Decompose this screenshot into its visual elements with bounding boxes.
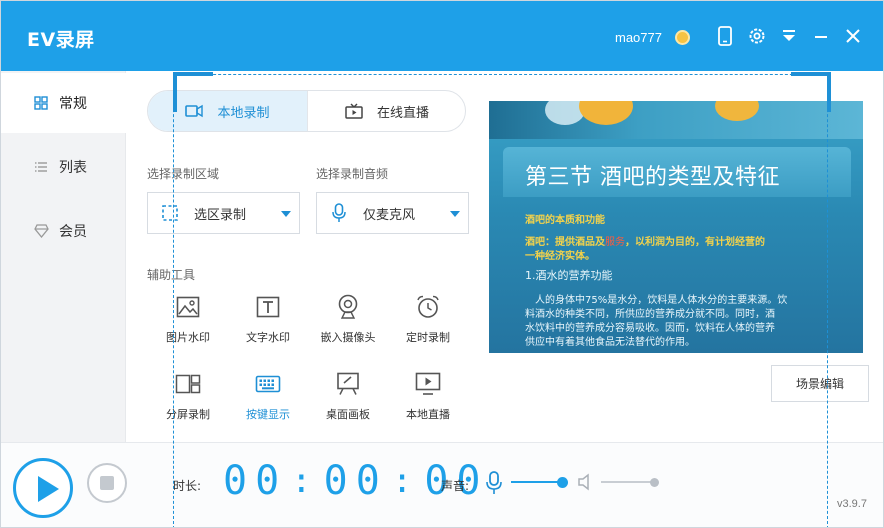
keyboard-icon	[254, 370, 282, 398]
close-icon[interactable]	[841, 24, 865, 48]
sidebar-item-list[interactable]: 列表	[1, 137, 126, 197]
sidebar-item-member[interactable]: 会员	[1, 201, 126, 261]
tools-section-label: 辅助工具	[147, 268, 196, 282]
tool-split-screen[interactable]: 分屏录制	[148, 370, 228, 434]
stop-record-button[interactable]	[87, 463, 127, 503]
title-bar: EV录屏 mao777	[1, 1, 883, 71]
area-section-label: 选择录制区域	[147, 167, 220, 181]
duration-label: 时长:	[173, 479, 202, 493]
speaker-icon[interactable]	[577, 473, 597, 493]
sidebar: 常规 列表 会员	[1, 71, 126, 443]
tab-local-record[interactable]: 本地录制	[148, 91, 307, 131]
preview-line: 酒吧：提供酒品及服务，以利润为目的，有计划经营的	[525, 237, 765, 248]
tool-embed-webcam[interactable]: 嵌入摄像头	[308, 293, 388, 357]
chevron-down-icon	[450, 211, 460, 217]
sound-label: 声音:	[441, 479, 470, 493]
preview-line: 供应中有着其他食品无法替代的作用。	[525, 337, 695, 348]
text-icon	[254, 293, 282, 321]
selection-icon	[160, 203, 180, 223]
alarm-clock-icon	[414, 293, 442, 321]
tab-label: 在线直播	[376, 105, 429, 121]
preview-line: 水饮料中的营养成分容易吸收。因而，饮料在人体的营养	[525, 323, 775, 334]
recording-preview: 第三节 酒吧的类型及特征 酒吧的本质和功能 酒吧：提供酒品及服务，以利润为目的，…	[489, 101, 863, 353]
phone-icon[interactable]	[713, 24, 737, 48]
version-label: v3.9.7	[837, 498, 867, 510]
preview-line: 1.酒水的营养功能	[525, 269, 613, 282]
speaker-volume-track[interactable]	[601, 481, 653, 483]
mic-volume-knob[interactable]	[557, 477, 568, 488]
user-name[interactable]: mao777	[615, 30, 662, 45]
tool-text-watermark[interactable]: 文字水印	[228, 293, 308, 357]
preview-line: 一种经济实体。	[525, 251, 595, 262]
area-select-value: 选区录制	[194, 207, 247, 223]
audio-section-label: 选择录制音频	[316, 167, 389, 181]
gear-icon[interactable]	[745, 24, 769, 48]
tool-key-display[interactable]: 按键显示	[228, 370, 308, 434]
sidebar-item-label: 会员	[59, 224, 87, 240]
video-icon	[185, 104, 204, 118]
monitor-play-icon	[414, 370, 442, 398]
tool-image-watermark[interactable]: 图片水印	[148, 293, 228, 357]
preview-line: 酒吧的本质和功能	[525, 215, 605, 226]
selection-corner	[791, 72, 831, 76]
grid-icon	[33, 95, 49, 111]
tool-label: 分屏录制	[166, 408, 210, 421]
split-screen-icon	[174, 370, 202, 398]
selection-corner	[173, 72, 213, 76]
easel-icon	[334, 370, 362, 398]
preview-line: 料酒水的种类不同，所供应的营养成分就不同。同时，酒	[525, 309, 775, 320]
sidebar-item-label: 列表	[59, 160, 87, 176]
tab-online-live[interactable]: 在线直播	[307, 91, 465, 131]
sidebar-item-label: 常规	[59, 96, 87, 112]
microphone-icon	[329, 203, 349, 223]
tool-desktop-board[interactable]: 桌面画板	[308, 370, 388, 434]
area-select[interactable]: 选区录制	[147, 192, 300, 234]
preview-title: 第三节 酒吧的类型及特征	[525, 165, 780, 190]
diamond-icon	[33, 223, 49, 239]
tool-local-live[interactable]: 本地直播	[388, 370, 468, 434]
vip-badge-icon	[675, 30, 690, 45]
tool-label: 嵌入摄像头	[320, 331, 376, 344]
tool-label: 本地直播	[406, 408, 450, 421]
timer-minutes: 00	[323, 458, 388, 504]
app-title: EV录屏	[27, 29, 95, 51]
audio-select-value: 仅麦克风	[363, 207, 416, 223]
minimize-icon[interactable]	[809, 24, 833, 48]
timer-hours: 00	[223, 458, 288, 504]
microphone-icon[interactable]	[485, 471, 505, 495]
tool-label: 桌面画板	[326, 408, 370, 421]
speaker-volume-knob[interactable]	[650, 478, 659, 487]
tool-label: 定时录制	[406, 331, 450, 344]
chevron-down-icon	[281, 211, 291, 217]
tool-scheduled-record[interactable]: 定时录制	[388, 293, 468, 357]
app-window: EV录屏 mao777 常规 列表 会员 本地录制 在线直播 选择录制区域 选区…	[0, 0, 884, 528]
start-record-button[interactable]	[13, 458, 73, 518]
webcam-icon	[334, 293, 362, 321]
tab-label: 本地录制	[217, 105, 270, 121]
dropdown-menu-icon[interactable]	[777, 24, 801, 48]
tv-icon	[345, 103, 363, 119]
image-icon	[174, 293, 202, 321]
tool-label: 图片水印	[166, 331, 210, 344]
list-icon	[33, 159, 49, 175]
tool-label: 按键显示	[246, 408, 290, 421]
tool-label: 文字水印	[246, 331, 290, 344]
preview-line: 人的身体中75%是水分，饮料是人体水分的主要来源。饮	[535, 295, 788, 306]
sidebar-item-general[interactable]: 常规	[1, 73, 126, 133]
scene-edit-button[interactable]: 场景编辑	[771, 365, 869, 402]
audio-select[interactable]: 仅麦克风	[316, 192, 469, 234]
mode-tabs: 本地录制 在线直播	[147, 90, 466, 132]
